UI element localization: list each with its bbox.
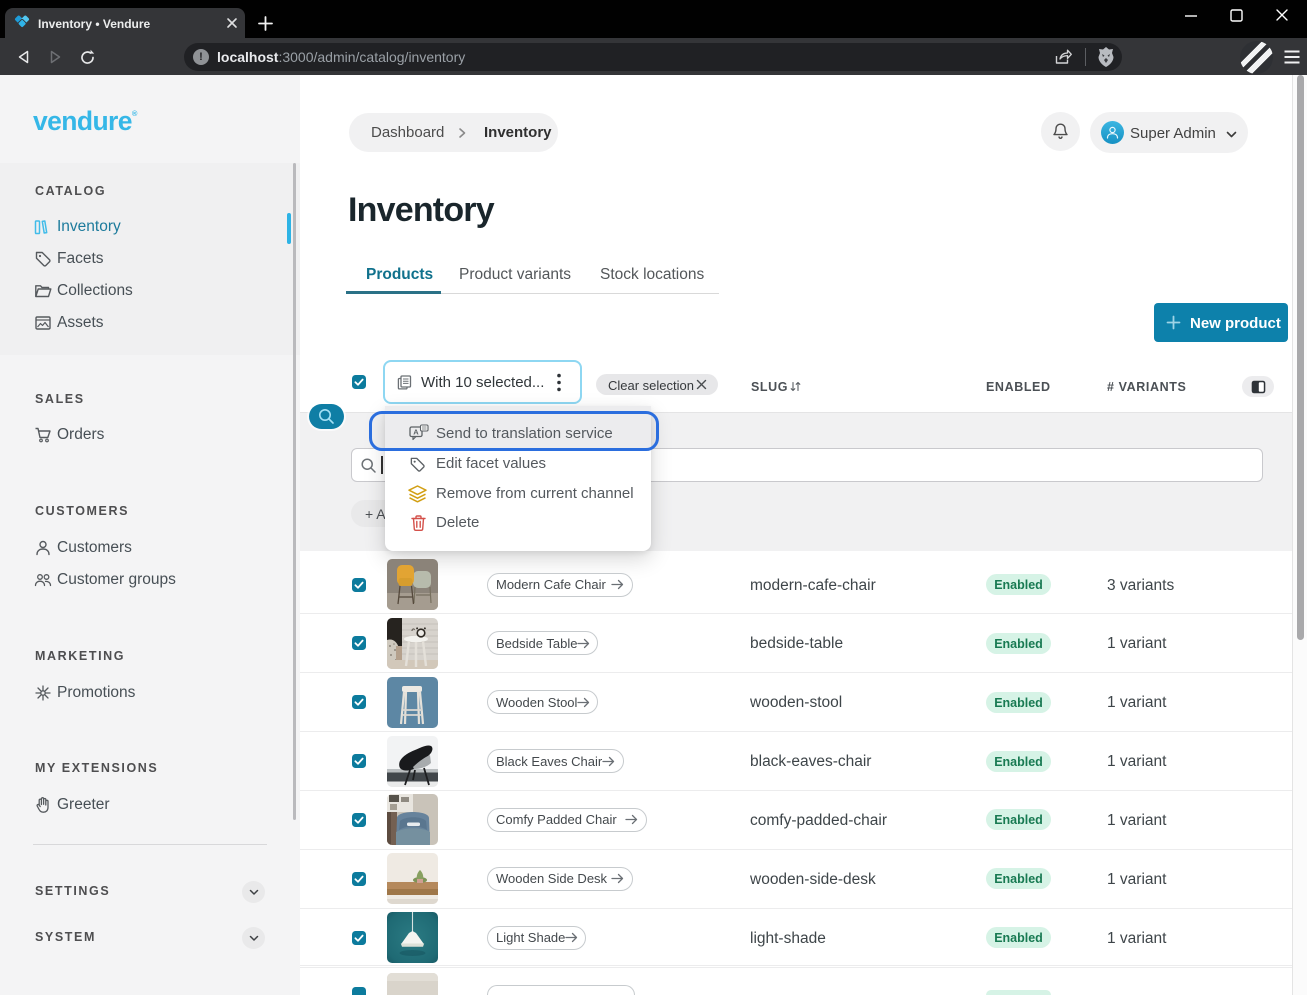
svg-text:A: A — [413, 428, 419, 437]
